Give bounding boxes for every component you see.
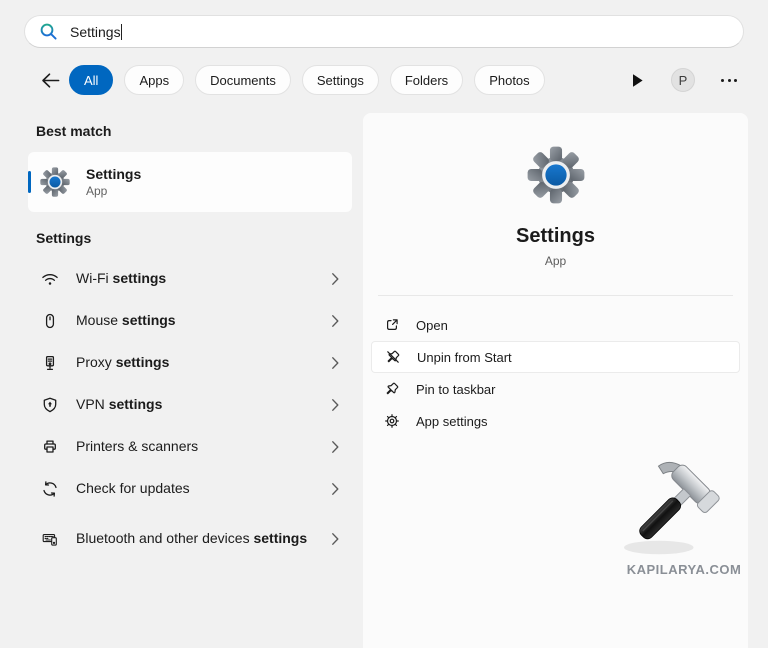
chevron-right-icon (331, 272, 340, 286)
avatar[interactable]: P (671, 68, 695, 92)
filter-header: All Apps Documents Settings Folders Phot… (0, 64, 768, 96)
chevron-right-icon (331, 398, 340, 412)
action-app-settings[interactable]: App settings (371, 405, 740, 437)
action-label: Pin to taskbar (416, 382, 496, 397)
settings-result-list: Wi-Fi settings Mouse settings Proxy sett… (28, 258, 352, 568)
hammer-image (618, 448, 744, 560)
watermark-text: KAPILARYA.COM (618, 562, 750, 577)
item-label: Bluetooth and other devices (76, 530, 253, 546)
action-open[interactable]: Open (371, 309, 740, 341)
list-item-wifi-settings[interactable]: Wi-Fi settings (28, 258, 352, 300)
tab-photos[interactable]: Photos (474, 65, 544, 95)
printer-icon (40, 438, 60, 456)
tab-settings[interactable]: Settings (302, 65, 379, 95)
selection-accent-bar (28, 171, 31, 193)
item-label-bold: settings (253, 530, 307, 546)
item-label: Proxy (76, 354, 116, 370)
filter-tabs: All Apps Documents Settings Folders Phot… (69, 65, 545, 95)
search-bar[interactable]: Settings (24, 15, 744, 48)
preview-app-subtitle: App (363, 254, 748, 268)
item-label: Mouse (76, 312, 122, 328)
item-label-bold: settings (113, 270, 167, 286)
tab-all[interactable]: All (69, 65, 113, 95)
action-label: Open (416, 318, 448, 333)
search-icon (39, 22, 58, 41)
action-list: Open Unpin from Start Pin to taskbar (371, 309, 740, 437)
item-label: VPN (76, 396, 109, 412)
settings-gear-icon-large (527, 146, 585, 204)
chevron-right-icon (331, 482, 340, 496)
search-input[interactable]: Settings (70, 24, 122, 40)
item-label-bold: settings (109, 396, 163, 412)
chevron-right-icon (331, 356, 340, 370)
tab-apps[interactable]: Apps (124, 65, 184, 95)
list-item-proxy-settings[interactable]: Proxy settings (28, 342, 352, 384)
best-match-subtitle: App (86, 184, 141, 198)
proxy-server-icon (40, 354, 60, 372)
item-label: Printers & scanners (76, 438, 198, 454)
list-item-bluetooth-devices-settings[interactable]: Bluetooth and other devices settings (28, 510, 352, 568)
settings-section-heading: Settings (36, 230, 91, 246)
gear-outline-icon (384, 413, 400, 429)
tab-documents[interactable]: Documents (195, 65, 291, 95)
item-label: Wi-Fi (76, 270, 113, 286)
list-item-check-for-updates[interactable]: Check for updates (28, 468, 352, 510)
list-item-mouse-settings[interactable]: Mouse settings (28, 300, 352, 342)
action-label: Unpin from Start (417, 350, 512, 365)
devices-icon (40, 530, 60, 548)
watermark: KAPILARYA.COM (618, 448, 750, 577)
item-label-bold: settings (122, 312, 176, 328)
item-label-bold: settings (116, 354, 170, 370)
back-button[interactable] (36, 65, 64, 95)
pin-icon (384, 381, 400, 397)
preview-panel: Settings App Open Unpin from Start (363, 113, 748, 648)
refresh-icon (40, 480, 60, 498)
chevron-right-icon (331, 440, 340, 454)
play-icon[interactable] (624, 67, 650, 93)
list-item-vpn-settings[interactable]: VPN settings (28, 384, 352, 426)
search-query-text: Settings (70, 24, 121, 40)
list-item-printers-scanners[interactable]: Printers & scanners (28, 426, 352, 468)
vpn-shield-icon (40, 396, 60, 414)
item-label: Check for updates (76, 480, 190, 496)
header-right-controls: P (624, 65, 742, 95)
tab-folders[interactable]: Folders (390, 65, 463, 95)
mouse-icon (40, 312, 60, 330)
best-match-title: Settings (86, 166, 141, 182)
action-pin-to-taskbar[interactable]: Pin to taskbar (371, 373, 740, 405)
settings-gear-icon (40, 167, 70, 197)
best-match-heading: Best match (36, 123, 111, 139)
open-icon (384, 317, 400, 333)
divider (378, 295, 733, 296)
chevron-right-icon (331, 314, 340, 328)
chevron-right-icon (331, 532, 340, 546)
more-options-icon[interactable] (716, 67, 742, 93)
best-match-result[interactable]: Settings App (28, 152, 352, 212)
action-unpin-from-start[interactable]: Unpin from Start (371, 341, 740, 373)
unpin-icon (385, 349, 401, 365)
action-label: App settings (416, 414, 488, 429)
preview-app-title: Settings (363, 225, 748, 248)
wifi-icon (40, 270, 60, 288)
text-caret (121, 24, 123, 40)
